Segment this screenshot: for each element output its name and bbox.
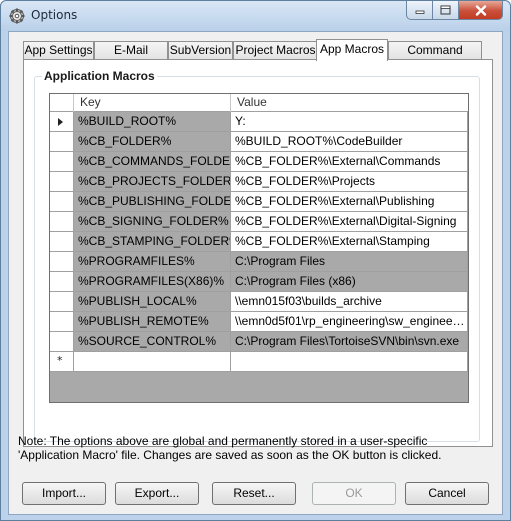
tab-app-macros[interactable]: App Macros [316, 39, 388, 61]
table-row[interactable]: %PROGRAMFILES(X86)% C:\Program Files (x8… [50, 272, 468, 292]
tab-app-settings[interactable]: App Settings [23, 41, 94, 59]
table-row[interactable]: %CB_PROJECTS_FOLDER% %CB_FOLDER%\Project… [50, 172, 468, 192]
tab-subversion[interactable]: SubVersion [168, 41, 233, 59]
table-row[interactable]: %BUILD_ROOT% Y: [50, 112, 468, 132]
key-cell[interactable]: %PUBLISH_REMOTE% [74, 312, 231, 332]
value-cell[interactable]: \\emn015f03\builds_archive [231, 292, 468, 312]
new-value-cell[interactable] [231, 352, 468, 372]
row-header[interactable] [50, 312, 74, 332]
table-row[interactable]: %SOURCE_CONTROL% C:\Program Files\Tortoi… [50, 332, 468, 352]
key-cell[interactable]: %PUBLISH_LOCAL% [74, 292, 231, 312]
row-header[interactable] [50, 252, 74, 272]
grid-header: Key Value [50, 94, 468, 112]
column-header-value[interactable]: Value [231, 94, 468, 112]
current-row-icon [58, 118, 63, 126]
window-title: Options [31, 8, 78, 22]
minimize-icon [415, 10, 424, 14]
window-controls [406, 1, 503, 20]
tab-project-macros[interactable]: Project Macros [233, 41, 318, 59]
key-cell[interactable]: %CB_PROJECTS_FOLDER% [74, 172, 231, 192]
value-cell[interactable]: %CB_FOLDER%\External\Stamping [231, 232, 468, 252]
new-row[interactable]: * [50, 352, 468, 372]
value-cell[interactable]: C:\Program Files\TortoiseSVN\bin\svn.exe [231, 332, 468, 352]
value-cell[interactable]: %CB_FOLDER%\External\Digital-Signing [231, 212, 468, 232]
value-cell[interactable]: C:\Program Files [231, 252, 468, 272]
tab-command-macros[interactable]: Command Macros [388, 41, 482, 73]
value-cell[interactable]: Y: [231, 112, 468, 132]
value-cell[interactable]: C:\Program Files (x86) [231, 272, 468, 292]
table-row[interactable]: %CB_SIGNING_FOLDER% %CB_FOLDER%\External… [50, 212, 468, 232]
table-row[interactable]: %CB_STAMPING_FOLDER% %CB_FOLDER%\Externa… [50, 232, 468, 252]
reset-button[interactable]: Reset... [212, 482, 296, 505]
key-cell[interactable]: %PROGRAMFILES% [74, 252, 231, 272]
value-cell[interactable]: %CB_FOLDER%\External\Commands [231, 152, 468, 172]
tab-panel-app-macros: Application Macros Key Value %BUILD_ROOT… [23, 59, 493, 447]
note-text: Note: The options above are global and p… [18, 434, 442, 462]
key-cell[interactable]: %CB_PUBLISHING_FOLDER% [74, 192, 231, 212]
row-header[interactable] [50, 192, 74, 212]
maximize-icon [440, 5, 451, 15]
row-header-corner [50, 94, 74, 112]
table-row[interactable]: %PUBLISH_LOCAL% \\emn015f03\builds_archi… [50, 292, 468, 312]
group-title: Application Macros [42, 69, 157, 83]
key-cell[interactable]: %CB_STAMPING_FOLDER% [74, 232, 231, 252]
key-cell[interactable]: %CB_SIGNING_FOLDER% [74, 212, 231, 232]
tab-email-config[interactable]: E-Mail Config [94, 41, 168, 73]
value-cell[interactable]: \\emn0d5f01\rp_engineering\sw_engineerin… [231, 312, 468, 332]
table-row[interactable]: %PROGRAMFILES% C:\Program Files [50, 252, 468, 272]
dialog-body: App Settings E-Mail Config SubVersion Pr… [8, 31, 503, 515]
row-header[interactable] [50, 332, 74, 352]
close-icon [475, 4, 486, 16]
import-button[interactable]: Import... [22, 482, 106, 505]
table-row[interactable]: %PUBLISH_REMOTE% \\emn0d5f01\rp_engineer… [50, 312, 468, 332]
key-cell[interactable]: %SOURCE_CONTROL% [74, 332, 231, 352]
row-header[interactable] [50, 152, 74, 172]
row-header[interactable] [50, 212, 74, 232]
row-header[interactable]: * [50, 352, 74, 372]
key-cell[interactable]: %CB_FOLDER% [74, 132, 231, 152]
key-cell[interactable]: %CB_COMMANDS_FOLDER% [74, 152, 231, 172]
column-header-key[interactable]: Key [74, 94, 231, 112]
row-header[interactable] [50, 232, 74, 252]
value-cell[interactable]: %CB_FOLDER%\Projects [231, 172, 468, 192]
gear-icon [9, 8, 25, 24]
new-key-cell[interactable] [74, 352, 231, 372]
maximize-button[interactable] [433, 1, 459, 20]
close-button[interactable] [459, 1, 503, 20]
table-row[interactable]: %CB_PUBLISHING_FOLDER% %CB_FOLDER%\Exter… [50, 192, 468, 212]
options-window: Options App Settings E-Mail SubVersion P… [0, 0, 511, 521]
value-cell[interactable]: %BUILD_ROOT%\CodeBuilder [231, 132, 468, 152]
row-header[interactable] [50, 112, 74, 132]
application-macros-group: Application Macros Key Value %BUILD_ROOT… [34, 69, 480, 442]
key-cell[interactable]: %PROGRAMFILES(X86)% [74, 272, 231, 292]
row-header[interactable] [50, 272, 74, 292]
macros-grid[interactable]: Key Value %BUILD_ROOT% Y: %CB_FOLDER% %B [49, 93, 469, 403]
export-button[interactable]: Export... [115, 482, 199, 505]
row-header[interactable] [50, 172, 74, 192]
row-header[interactable] [50, 292, 74, 312]
key-cell[interactable]: %BUILD_ROOT% [74, 112, 231, 132]
cancel-button[interactable]: Cancel [405, 482, 489, 505]
title-bar[interactable]: Options [1, 1, 510, 31]
new-row-icon: * [57, 354, 63, 367]
ok-button[interactable]: OK [312, 482, 396, 505]
table-row[interactable]: %CB_COMMANDS_FOLDER% %CB_FOLDER%\Externa… [50, 152, 468, 172]
minimize-button[interactable] [406, 1, 433, 20]
row-header[interactable] [50, 132, 74, 152]
table-row[interactable]: %CB_FOLDER% %BUILD_ROOT%\CodeBuilder [50, 132, 468, 152]
value-cell[interactable]: %CB_FOLDER%\External\Publishing [231, 192, 468, 212]
